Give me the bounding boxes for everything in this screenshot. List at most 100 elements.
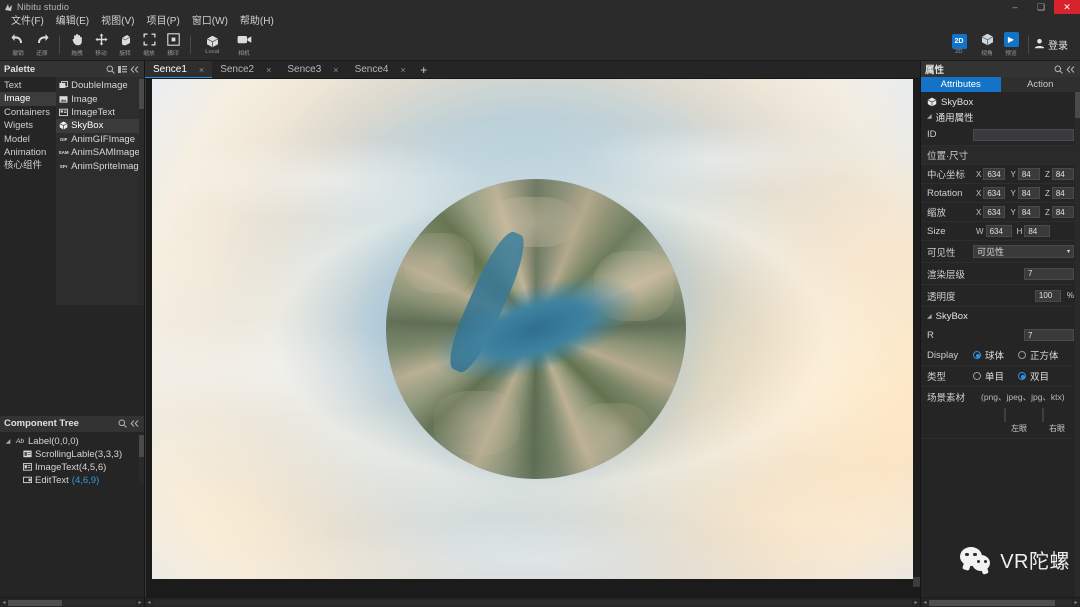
scene-tab-sence3[interactable]: Sence3 × [279,61,346,78]
menu-item-project[interactable]: 项目(P) [140,14,185,29]
right-scroll-thumb[interactable] [929,600,1055,606]
tree-node-edittext[interactable]: EditText(4,6,9) [0,474,144,487]
scale-y-input[interactable]: 84 [1018,206,1040,218]
scale-z-input[interactable]: 84 [1052,206,1074,218]
search-icon[interactable] [116,418,128,430]
display-sphere-radio[interactable] [973,351,981,359]
menu-item-help[interactable]: 帮助(H) [234,14,280,29]
scroll-left-arrow-icon[interactable]: ◂ [145,599,153,606]
close-tab-icon[interactable]: × [199,65,204,75]
rotation-y-input[interactable]: 84 [1018,187,1040,199]
radius-input[interactable]: 7 [1024,329,1074,341]
menu-item-file[interactable]: 文件(F) [5,14,50,29]
left-scroll-track[interactable] [8,600,136,606]
canvas-scroll-down-arrow[interactable] [913,577,920,587]
scale-tool-button[interactable]: 缩放 [137,30,161,60]
scene-tab-sence1[interactable]: Sence1 × [145,61,212,78]
palette-category-animation[interactable]: Animation [0,146,56,159]
palette-item-animspriteimage[interactable]: SPr AnimSpriteImage [56,159,144,172]
close-tab-icon[interactable]: × [266,65,271,75]
type-mono-radio[interactable] [973,372,981,380]
opacity-input[interactable]: 100 [1035,290,1061,302]
camera-button[interactable]: 相机 [228,30,260,60]
canvas-horizontal-scrollbar[interactable]: ◂ ▸ [145,597,920,607]
palette-item-animgifimage[interactable]: GIF AnimGIFImage [56,133,144,146]
search-icon[interactable] [1052,63,1064,75]
left-horizontal-scrollbar[interactable]: ◂ ▸ [0,597,144,607]
add-scene-tab-button[interactable]: + [414,61,434,78]
center-y-input[interactable]: 84 [1018,168,1040,180]
display-cube-radio[interactable] [1018,351,1026,359]
maximize-button[interactable]: ❑ [1028,0,1054,14]
palette-category-containers[interactable]: Containers [0,106,56,119]
close-tab-icon[interactable]: × [400,65,405,75]
palette-item-animsamimage[interactable]: SAM AnimSAMImage [56,146,144,159]
tree-node-scrollinglable[interactable]: ScrollingLable(3,3,3) [0,448,144,461]
scroll-right-arrow-icon[interactable]: ▸ [912,599,920,606]
palette-item-skybox[interactable]: SkyBox [56,119,144,132]
menu-item-edit[interactable]: 编辑(E) [50,14,95,29]
search-icon[interactable] [104,63,116,75]
tree-node-label[interactable]: ◢ Ab Label(0,0,0) [0,435,144,448]
center-z-input[interactable]: 84 [1052,168,1074,180]
palette-scrollbar-thumb[interactable] [139,79,144,109]
menu-item-view[interactable]: 视图(V) [95,14,140,29]
properties-scrollbar[interactable] [1075,92,1080,597]
tree-node-imagetext[interactable]: ImageText(4,5,6) [0,461,144,474]
image-slot-icon[interactable] [1042,408,1044,422]
visibility-select[interactable]: 可见性 ▾ [973,245,1074,258]
palette-category-image[interactable]: Image [0,92,56,105]
palette-category-model[interactable]: Model [0,133,56,146]
scale-x-input[interactable]: 634 [983,206,1005,218]
component-tree-scrollbar[interactable] [139,435,144,484]
palette-scrollbar[interactable] [139,79,144,303]
scroll-right-arrow-icon[interactable]: ▸ [136,599,144,606]
tab-attributes[interactable]: Attributes [921,77,1001,92]
general-attributes-section[interactable]: ◢ 通用属性 [921,109,1080,124]
scroll-right-arrow-icon[interactable]: ▸ [1072,599,1080,606]
view-2d-button[interactable]: 2D 2D [943,30,975,60]
material-slot-right-eye[interactable]: 右眼 [1042,409,1072,434]
close-tab-icon[interactable]: × [333,65,338,75]
canvas-scroll-track[interactable] [153,600,912,606]
expand-triangle-icon[interactable]: ◢ [927,313,932,320]
viewpoint-button[interactable]: 视角 [975,30,999,60]
move-tool-button[interactable]: 移动 [89,30,113,60]
undo-button[interactable]: 撤销 [6,30,30,60]
login-button[interactable]: 登录 [1034,37,1068,52]
palette-category-text[interactable]: Text [0,79,56,92]
coordinate-space-button[interactable]: Local [196,30,228,60]
rotation-x-input[interactable]: 634 [983,187,1005,199]
list-view-icon[interactable] [116,63,128,75]
id-input[interactable] [973,129,1074,141]
expand-triangle-icon[interactable]: ◢ [927,113,932,120]
palette-item-image[interactable]: Image [56,92,144,105]
scene-tab-sence2[interactable]: Sence2 × [212,61,279,78]
tab-action[interactable]: Action [1001,77,1080,92]
palette-item-doubleimage[interactable]: DoubleImage [56,79,144,92]
skybox-section-header[interactable]: ◢ SkyBox [921,307,1080,325]
render-layer-input[interactable]: 7 [1024,268,1074,280]
redo-button[interactable]: 还原 [30,30,54,60]
left-scroll-thumb[interactable] [8,600,62,606]
collapse-panel-icon[interactable] [128,418,140,430]
size-w-input[interactable]: 634 [986,225,1012,237]
preview-button[interactable]: ▶ 预览 [999,30,1023,60]
rotation-z-input[interactable]: 84 [1052,187,1074,199]
scroll-left-arrow-icon[interactable]: ◂ [0,599,8,606]
palette-category-wigets[interactable]: Wigets [0,119,56,132]
palette-category-core-components[interactable]: 核心组件 [0,159,56,172]
menu-item-window[interactable]: 窗口(W) [186,14,234,29]
right-scroll-track[interactable] [929,600,1072,606]
right-horizontal-scrollbar[interactable]: ◂ ▸ [921,597,1080,607]
properties-scrollbar-thumb[interactable] [1075,92,1080,118]
pan-tool-button[interactable]: 拖拽 [65,30,89,60]
canvas-vertical-scrollbar[interactable] [913,79,920,587]
type-stereo-radio[interactable] [1018,372,1026,380]
size-h-input[interactable]: 84 [1024,225,1050,237]
scroll-left-arrow-icon[interactable]: ◂ [921,599,929,606]
expand-triangle-icon[interactable]: ◢ [4,438,12,445]
material-slot-left-eye[interactable]: 左眼 [1004,409,1034,434]
close-button[interactable]: ✕ [1054,0,1080,14]
rotate-tool-button[interactable]: 旋转 [113,30,137,60]
